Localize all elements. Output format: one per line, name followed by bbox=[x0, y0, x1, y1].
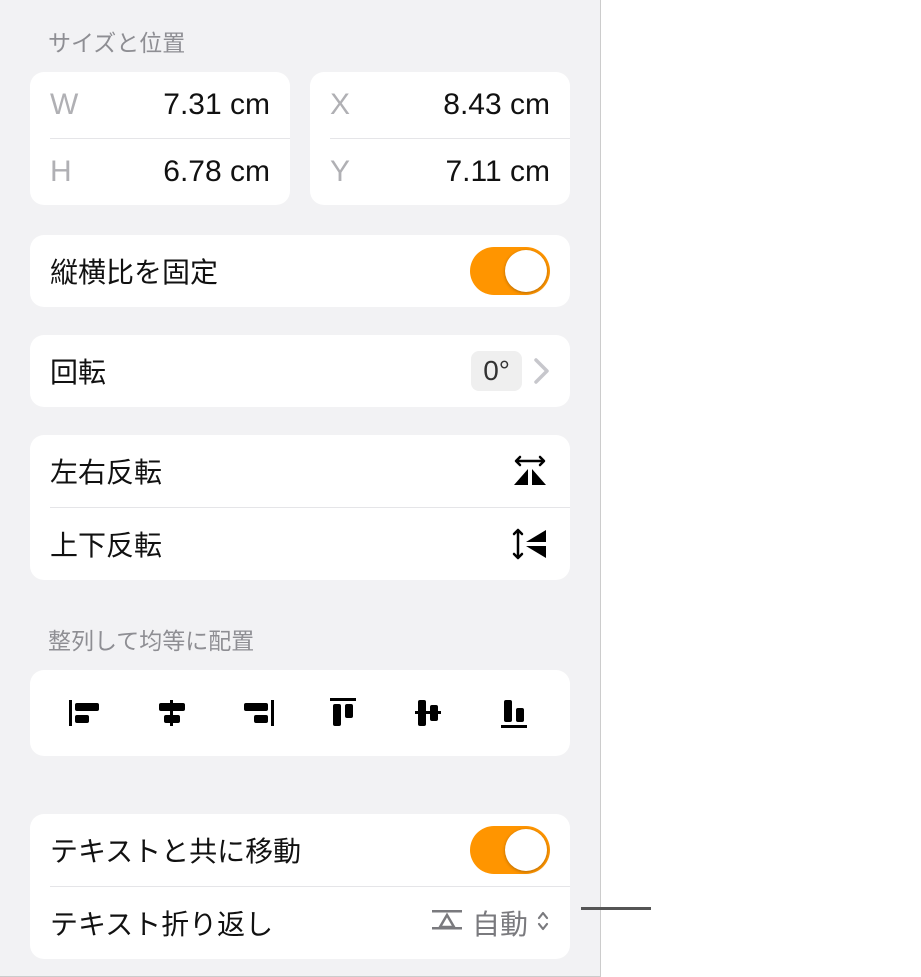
rotation-value[interactable]: 0° bbox=[471, 351, 522, 391]
flip-horizontal-label: 左右反転 bbox=[50, 451, 162, 491]
x-value: 8.43 cm bbox=[443, 88, 550, 122]
flip-vertical-icon bbox=[510, 526, 550, 562]
rotation-label: 回転 bbox=[50, 351, 106, 391]
text-wrap-icon bbox=[430, 907, 464, 940]
x-field[interactable]: X 8.43 cm bbox=[310, 72, 570, 138]
align-top-button[interactable] bbox=[307, 688, 379, 738]
y-label: Y bbox=[330, 155, 350, 189]
aspect-lock-row: 縦横比を固定 bbox=[30, 235, 570, 307]
align-center-h-button[interactable] bbox=[136, 688, 208, 738]
height-label: H bbox=[50, 155, 72, 189]
text-wrap-row[interactable]: テキスト折り返し 自動 bbox=[30, 887, 570, 959]
height-value: 6.78 cm bbox=[163, 155, 270, 189]
flip-horizontal-row[interactable]: 左右反転 bbox=[30, 435, 570, 507]
chevron-updown-icon bbox=[536, 907, 550, 939]
width-value: 7.31 cm bbox=[163, 88, 270, 122]
callout-line bbox=[581, 907, 651, 910]
flip-vertical-label: 上下反転 bbox=[50, 524, 162, 564]
chevron-right-icon bbox=[534, 358, 550, 384]
align-left-button[interactable] bbox=[50, 688, 122, 738]
flip-vertical-row[interactable]: 上下反転 bbox=[30, 508, 570, 580]
aspect-lock-toggle[interactable] bbox=[470, 247, 550, 295]
text-wrap-value: 自動 bbox=[472, 903, 528, 943]
size-position-heading: サイズと位置 bbox=[0, 0, 600, 72]
x-label: X bbox=[330, 88, 350, 122]
align-center-v-button[interactable] bbox=[392, 688, 464, 738]
align-right-button[interactable] bbox=[221, 688, 293, 738]
y-field[interactable]: Y 7.11 cm bbox=[310, 139, 570, 205]
arrange-panel: サイズと位置 W 7.31 cm H 6.78 cm X 8.43 cm Y 7… bbox=[0, 0, 601, 977]
position-card: X 8.43 cm Y 7.11 cm bbox=[310, 72, 570, 205]
align-distribute-row bbox=[30, 670, 570, 756]
move-with-text-row: テキストと共に移動 bbox=[30, 814, 570, 886]
size-card: W 7.31 cm H 6.78 cm bbox=[30, 72, 290, 205]
move-with-text-toggle[interactable] bbox=[470, 826, 550, 874]
blank-area bbox=[601, 0, 921, 977]
flip-horizontal-icon bbox=[510, 453, 550, 489]
text-wrap-label: テキスト折り返し bbox=[50, 903, 273, 943]
y-value: 7.11 cm bbox=[446, 155, 551, 189]
align-heading: 整列して均等に配置 bbox=[0, 580, 600, 670]
aspect-lock-label: 縦横比を固定 bbox=[50, 251, 218, 291]
rotation-row[interactable]: 回転 0° bbox=[30, 335, 570, 407]
width-field[interactable]: W 7.31 cm bbox=[30, 72, 290, 138]
align-bottom-button[interactable] bbox=[478, 688, 550, 738]
width-label: W bbox=[50, 88, 78, 122]
height-field[interactable]: H 6.78 cm bbox=[30, 139, 290, 205]
move-with-text-label: テキストと共に移動 bbox=[50, 830, 301, 870]
